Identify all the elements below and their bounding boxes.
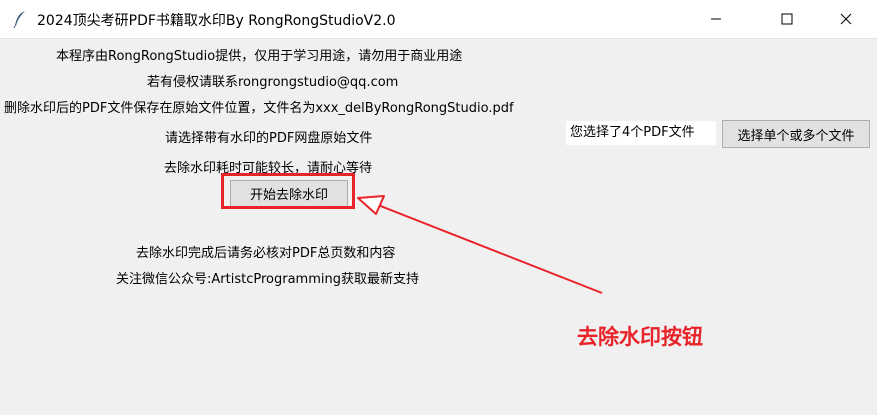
annotation-arrow-icon [357, 195, 603, 294]
annotation-label: 去除水印按钮 [577, 325, 703, 349]
